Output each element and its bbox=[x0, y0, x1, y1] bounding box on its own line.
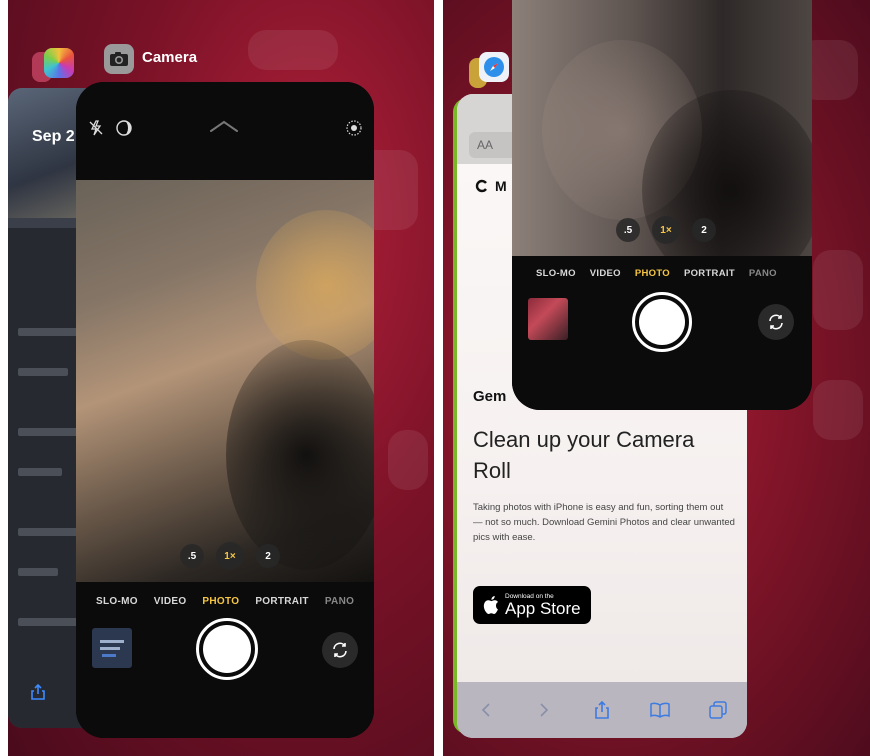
page-headline: Clean up your Camera Roll bbox=[473, 427, 695, 483]
mode-portrait[interactable]: PORTRAIT bbox=[255, 596, 309, 607]
photo-date: Sep 2 bbox=[32, 128, 75, 145]
back-icon[interactable] bbox=[475, 699, 497, 721]
live-photo-icon[interactable] bbox=[344, 118, 364, 138]
shutter-core bbox=[203, 625, 251, 673]
flip-camera-icon[interactable] bbox=[322, 632, 358, 668]
app-store-text: Download on the App Store bbox=[505, 593, 581, 617]
zoom-0-5[interactable]: .5 bbox=[180, 544, 204, 568]
app-store-badge[interactable]: Download on the App Store bbox=[473, 586, 591, 624]
camera-mode-strip: SLO-MO VIDEO PHOTO PORTRAIT PANO bbox=[536, 268, 777, 279]
photos-app-icon[interactable] bbox=[44, 48, 74, 78]
zoom-2x[interactable]: 2 bbox=[256, 544, 280, 568]
page-body-text: Taking photos with iPhone is easy and fu… bbox=[473, 502, 735, 543]
last-photo-thumbnail[interactable] bbox=[92, 628, 132, 668]
camera-top-bar bbox=[76, 82, 374, 180]
camera-glyph-icon bbox=[110, 52, 128, 66]
brand-title: Gem bbox=[473, 388, 507, 405]
viewfinder-highlight bbox=[256, 210, 374, 360]
shutter-button[interactable] bbox=[196, 618, 258, 680]
share-icon[interactable] bbox=[591, 699, 613, 721]
list-item bbox=[18, 468, 62, 476]
zoom-1x[interactable]: 1× bbox=[216, 542, 244, 570]
list-item bbox=[18, 618, 78, 626]
app-title: Camera bbox=[142, 49, 198, 66]
app-switcher-right: AA M Gem Clean up your Camera Roll Takin… bbox=[443, 0, 870, 756]
wallpaper-blur bbox=[248, 30, 338, 70]
night-mode-icon[interactable] bbox=[114, 118, 134, 138]
wallpaper-blur bbox=[388, 430, 428, 490]
camera-controls: SLO-MO VIDEO PHOTO PORTRAIT PANO bbox=[76, 582, 374, 738]
camera-app-card-dragged[interactable]: .5 1× 2 SLO-MO VIDEO PHOTO PORTRAIT PANO bbox=[512, 0, 812, 410]
zoom-selector: .5 1× 2 bbox=[616, 216, 716, 244]
mode-slo-mo[interactable]: SLO-MO bbox=[96, 596, 138, 607]
compass-icon bbox=[484, 57, 504, 77]
app-store-big-text: App Store bbox=[505, 599, 581, 618]
share-icon[interactable] bbox=[30, 684, 46, 700]
mode-photo[interactable]: PHOTO bbox=[202, 596, 239, 607]
tabs-icon[interactable] bbox=[707, 699, 729, 721]
bookmarks-icon[interactable] bbox=[649, 699, 671, 721]
zoom-2x[interactable]: 2 bbox=[692, 218, 716, 242]
chevron-up-icon[interactable] bbox=[209, 118, 239, 134]
apple-logo-icon bbox=[483, 596, 498, 614]
mode-photo[interactable]: PHOTO bbox=[635, 268, 670, 279]
mode-video[interactable]: VIDEO bbox=[590, 268, 621, 279]
wallpaper-blur bbox=[813, 380, 863, 440]
site-logo-icon bbox=[475, 179, 487, 193]
list-item bbox=[18, 428, 78, 436]
site-nav-text[interactable]: M bbox=[495, 178, 507, 194]
zoom-selector: .5 1× 2 bbox=[180, 542, 280, 570]
safari-toolbar bbox=[457, 682, 747, 738]
camera-mode-strip: SLO-MO VIDEO PHOTO PORTRAIT PANO bbox=[96, 596, 354, 607]
flip-camera-icon[interactable] bbox=[758, 304, 794, 340]
list-item bbox=[18, 328, 78, 336]
site-header: M bbox=[475, 178, 507, 194]
safari-app-icon[interactable] bbox=[479, 52, 509, 82]
mode-pano[interactable]: PANO bbox=[325, 596, 354, 607]
camera-controls: SLO-MO VIDEO PHOTO PORTRAIT PANO bbox=[512, 256, 812, 410]
mode-portrait[interactable]: PORTRAIT bbox=[684, 268, 735, 279]
mode-pano[interactable]: PANO bbox=[749, 268, 777, 279]
camera-viewfinder: .5 1× 2 bbox=[512, 0, 812, 290]
forward-icon[interactable] bbox=[533, 699, 555, 721]
shutter-button[interactable] bbox=[632, 292, 692, 352]
camera-app-icon[interactable] bbox=[104, 44, 134, 74]
viewfinder-shadow bbox=[226, 340, 374, 570]
app-switcher-left: Camera Sep 2 .5 1× 2 SLO-MO VIDEO PHOTO … bbox=[8, 0, 434, 756]
wallpaper-blur bbox=[813, 250, 863, 330]
list-item bbox=[18, 528, 78, 536]
last-photo-thumbnail[interactable] bbox=[528, 298, 568, 340]
list-item bbox=[18, 368, 68, 376]
zoom-1x[interactable]: 1× bbox=[652, 216, 680, 244]
camera-viewfinder: .5 1× 2 bbox=[76, 180, 374, 582]
mode-slo-mo[interactable]: SLO-MO bbox=[536, 268, 576, 279]
mode-video[interactable]: VIDEO bbox=[154, 596, 187, 607]
flash-off-icon[interactable] bbox=[86, 118, 106, 138]
camera-app-card[interactable]: .5 1× 2 SLO-MO VIDEO PHOTO PORTRAIT PANO bbox=[76, 82, 374, 738]
shutter-core bbox=[639, 299, 685, 345]
list-item bbox=[18, 568, 58, 576]
zoom-0-5[interactable]: .5 bbox=[616, 218, 640, 242]
